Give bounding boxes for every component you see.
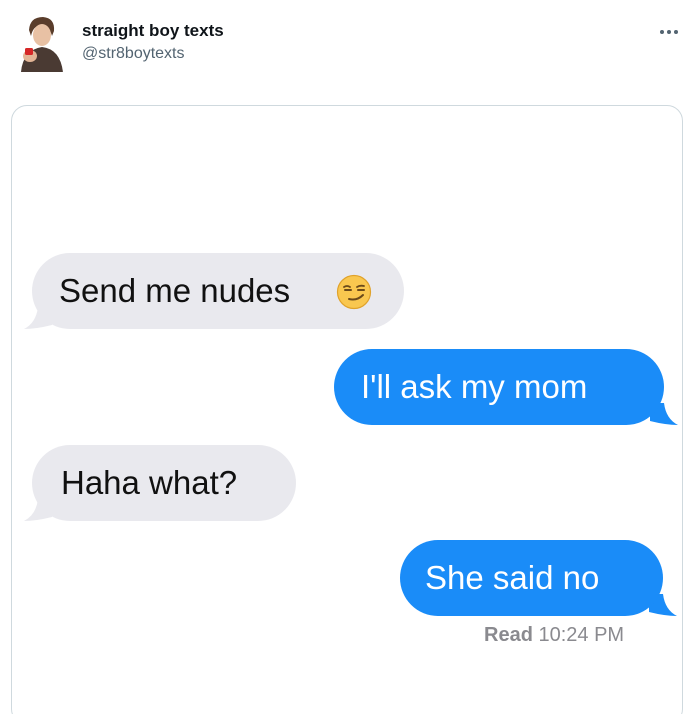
- message-bubble-outgoing: I'll ask my mom: [334, 349, 664, 425]
- user-handle[interactable]: @str8boytexts: [82, 45, 185, 63]
- message-text: Send me nudes: [59, 272, 291, 309]
- avatar[interactable]: [16, 14, 66, 72]
- message-bubble-outgoing: She said no: [400, 540, 663, 616]
- tweet-page: straight boy texts @str8boytexts Send me…: [0, 0, 700, 714]
- tweet-header: straight boy texts @str8boytexts: [0, 0, 700, 100]
- message-bubble-incoming: Haha what?: [32, 445, 296, 521]
- read-time: 10:24 PM: [538, 624, 625, 646]
- message-bubble-incoming: Send me nudes: [32, 253, 404, 329]
- read-receipt: Read 10:24 PM: [484, 624, 624, 647]
- smirk-emoji-icon: [336, 274, 372, 310]
- more-options-icon[interactable]: [656, 22, 682, 42]
- message-text: Haha what?: [61, 464, 238, 501]
- read-label: Read: [484, 624, 533, 646]
- display-name[interactable]: straight boy texts: [82, 21, 224, 41]
- message-text: She said no: [425, 559, 600, 596]
- message-text: I'll ask my mom: [361, 368, 588, 405]
- tweet-media-image[interactable]: Send me nudes I'll ask my mom Haha what?: [11, 105, 683, 714]
